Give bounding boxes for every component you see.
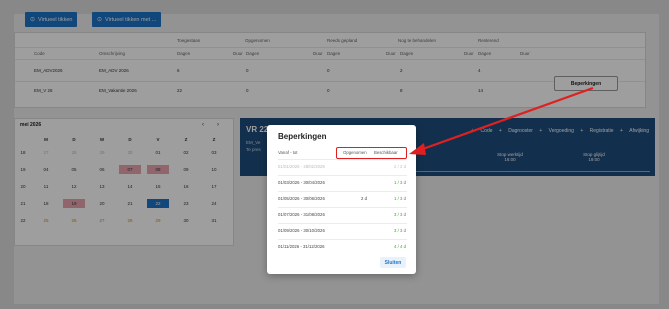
annotation-arrow [409, 86, 594, 155]
arrow-shaft [419, 86, 594, 152]
arrow-head [409, 143, 426, 155]
